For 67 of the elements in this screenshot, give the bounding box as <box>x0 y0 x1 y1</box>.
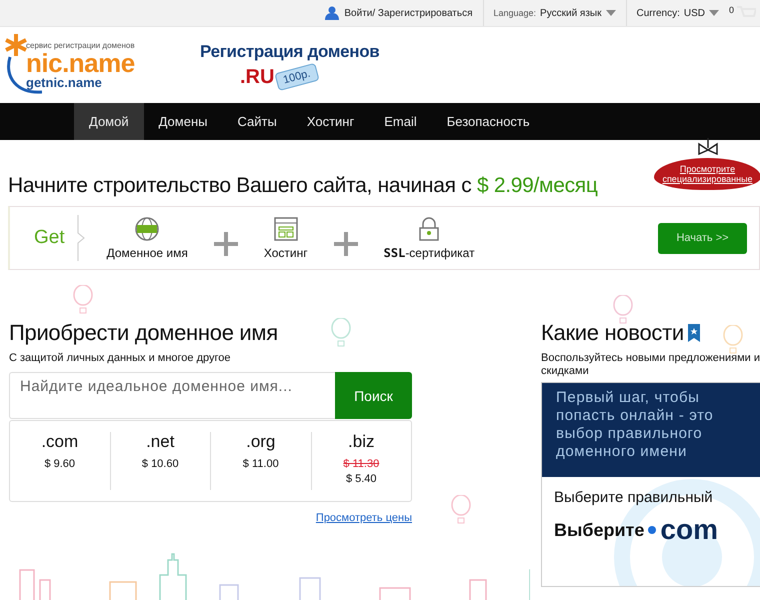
nav-tab[interactable]: Хостинг <box>292 103 370 140</box>
old-price: $ 11.30 <box>343 458 380 470</box>
globe-icon <box>135 216 160 240</box>
plus-icon <box>214 232 238 256</box>
zone-price: $ 11.00 <box>242 458 279 470</box>
zone-name: .net <box>146 432 174 452</box>
nav-tab[interactable]: Домой <box>74 103 144 140</box>
nav-tab[interactable]: Email <box>369 103 432 140</box>
logo-name: nic.name <box>26 50 135 76</box>
offer-lead: Get <box>34 227 65 249</box>
offer-label: SSL-сертификат <box>384 246 475 260</box>
headline-price: $ 2.99/месяц <box>476 174 598 197</box>
language-select[interactable]: Language: Русский язык <box>484 0 626 26</box>
offer-label: Хостинг <box>264 246 308 260</box>
login-text[interactable]: Войти/ Зарегистрироваться <box>344 8 472 18</box>
zone-name: .com <box>41 432 78 452</box>
language-label: Language: <box>494 8 536 18</box>
section-subtitle: Воспользуйтесь новыми предложениями и скидками <box>541 352 760 378</box>
currency-value: USD <box>684 8 705 18</box>
language-value: Русский язык <box>540 8 602 18</box>
zone-price: $ 5.40 <box>346 473 377 485</box>
price-tag: 100р. <box>274 62 320 92</box>
plus-icon <box>334 232 358 256</box>
lock-icon <box>417 216 442 240</box>
cart-count: 0 <box>728 5 734 15</box>
bookmark-icon <box>688 324 700 342</box>
banner-text: Выберите правильный <box>554 489 714 506</box>
promo-tag[interactable]: Просмотрите специализированные <box>654 158 760 190</box>
zone-name: .biz <box>348 432 374 452</box>
promo-title: Регистрация доменов <box>200 42 380 62</box>
nav-tab[interactable]: Домены <box>144 103 222 140</box>
logo[interactable]: сервис регистрации доменов nic.name getnic.name <box>2 32 162 98</box>
balloon-icon <box>450 495 472 525</box>
start-button[interactable]: Начать >> <box>658 222 747 254</box>
brand-zone: com <box>660 516 718 544</box>
nav-tab[interactable]: Безопасность <box>432 103 545 140</box>
balloon-icon <box>612 295 634 325</box>
search-button[interactable]: Поиск <box>335 372 412 419</box>
nav-tab[interactable]: Сайты <box>222 103 292 140</box>
dot-icon <box>648 526 656 534</box>
prices-link[interactable]: Просмотреть цены <box>316 512 412 524</box>
section-subtitle: С защитой личных данных и многое другое <box>9 352 232 364</box>
chevron-divider-icon <box>76 215 85 261</box>
brand-word: Выберите <box>554 520 644 541</box>
balloon-icon <box>722 325 744 355</box>
section-title: Какие новости <box>541 320 684 346</box>
section-title: Приобрести доменное имя <box>9 320 278 346</box>
logo-tagline: сервис регистрации доменов <box>26 42 135 50</box>
news-banner[interactable]: Первый шаг, чтобы попасть онлайн - это выбор правильного доменного имени Выберите правильный Выберите com <box>541 382 760 588</box>
logo-domain: getnic.name <box>26 76 103 88</box>
balloon-icon <box>330 318 352 348</box>
promo-zone: .RU <box>240 66 274 88</box>
currency-label: Currency: <box>636 8 680 18</box>
zone-price: $ 10.60 <box>142 458 179 470</box>
caret-icon <box>606 10 616 16</box>
offer-label: Доменное имя <box>106 246 188 260</box>
login-link[interactable]: Войти/ Зарегистрироваться <box>325 0 484 26</box>
user-icon <box>325 6 340 20</box>
zone-name: .org <box>246 432 276 452</box>
window-icon <box>274 216 298 240</box>
search-field[interactable]: Найдите идеальное доменное имя... <box>9 372 335 419</box>
balloon-icon <box>72 285 94 315</box>
banner-headline: Первый шаг, чтобы попасть онлайн - это выбор правильного доменного имени <box>556 389 714 460</box>
caret-icon <box>708 10 719 16</box>
zone-price: $ 9.60 <box>44 458 76 470</box>
headline-text: Начните строительство Вашего сайта, начиная с <box>8 174 472 197</box>
currency-select[interactable]: Currency: USD <box>626 0 729 26</box>
